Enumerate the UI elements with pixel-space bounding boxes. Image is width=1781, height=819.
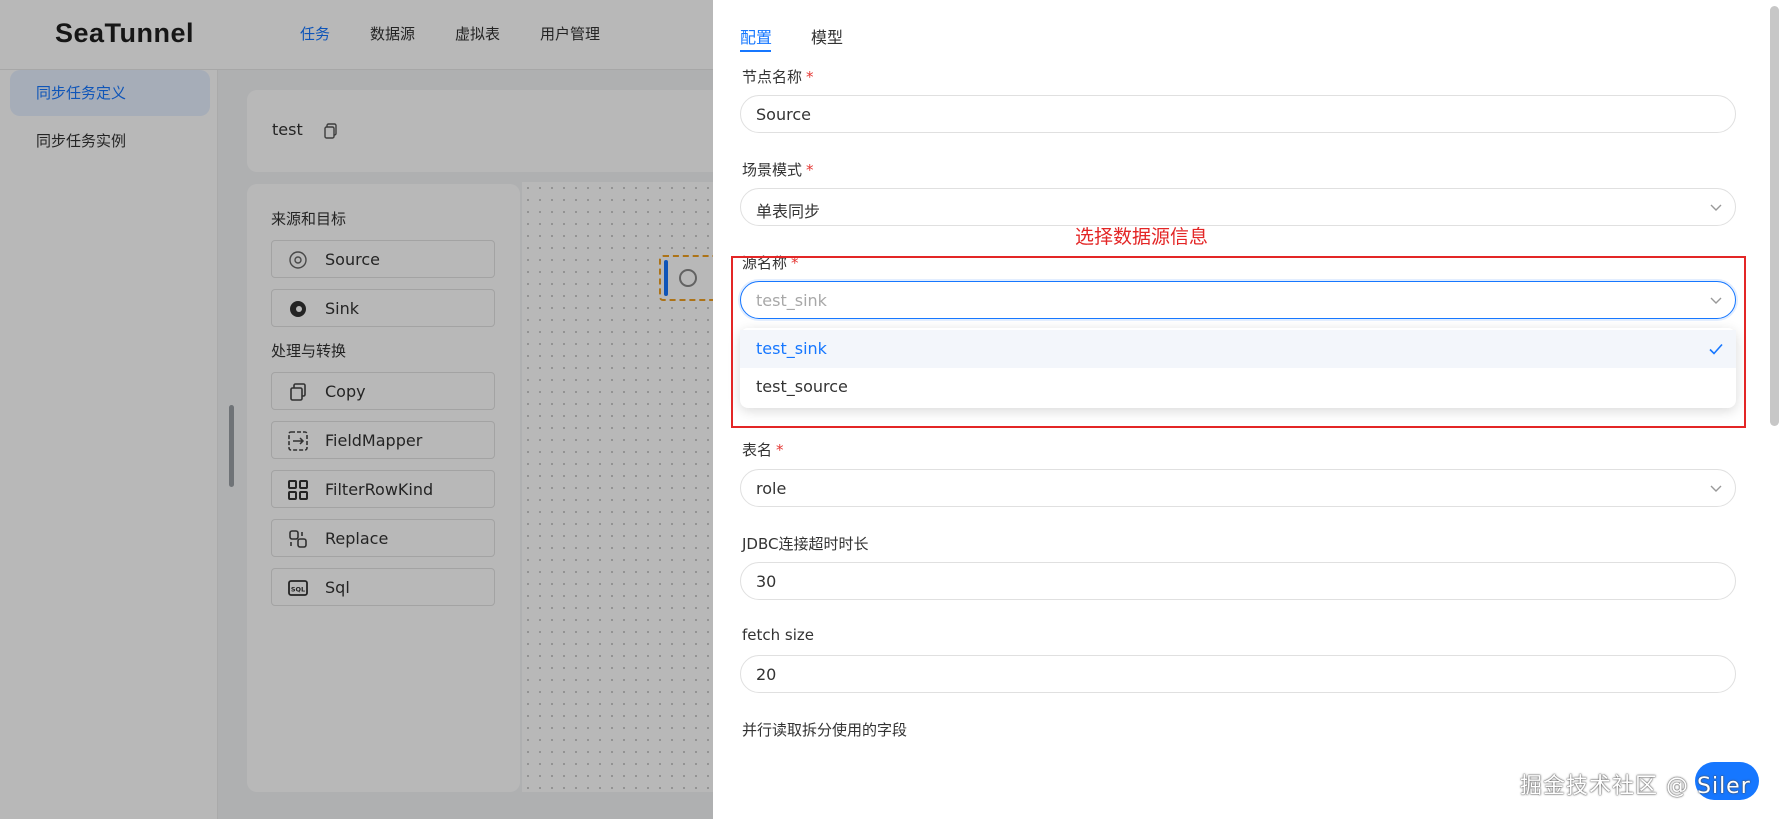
node-name-input[interactable]: Source [740, 95, 1736, 133]
chevron-down-icon [1710, 485, 1722, 492]
watermark: 掘金技术社区 @ Siler [1520, 774, 1751, 799]
split-field-label: 并行读取拆分使用的字段 [742, 721, 908, 739]
node-name-value: Source [756, 105, 811, 124]
tab-config[interactable]: 配置 [740, 24, 772, 48]
annotation-highlight-box [731, 256, 1746, 428]
table-name-value: role [756, 479, 787, 498]
jdbc-timeout-value: 30 [756, 572, 777, 591]
fetch-size-value: 20 [756, 665, 777, 684]
active-tab-indicator [740, 50, 771, 52]
jdbc-timeout-label: JDBC连接超时时长 [742, 535, 869, 553]
table-name-select[interactable]: role [740, 469, 1736, 507]
tab-model[interactable]: 模型 [811, 24, 843, 48]
scene-mode-select[interactable]: 单表同步 [740, 188, 1736, 226]
table-name-label: 表名 * [742, 441, 784, 459]
scene-mode-value: 单表同步 [756, 202, 821, 221]
required-mark: * [806, 161, 814, 179]
jdbc-timeout-input[interactable]: 30 [740, 562, 1736, 600]
required-mark: * [806, 68, 814, 86]
scene-mode-label: 场景模式 * [742, 161, 814, 179]
drawer-scrollbar[interactable] [1770, 6, 1779, 426]
annotation-label: 选择数据源信息 [1075, 226, 1209, 248]
fetch-size-label: fetch size [742, 626, 814, 644]
fetch-size-input[interactable]: 20 [740, 655, 1736, 693]
node-name-label: 节点名称 * [742, 68, 814, 86]
required-mark: * [776, 441, 784, 459]
chevron-down-icon [1710, 204, 1722, 211]
